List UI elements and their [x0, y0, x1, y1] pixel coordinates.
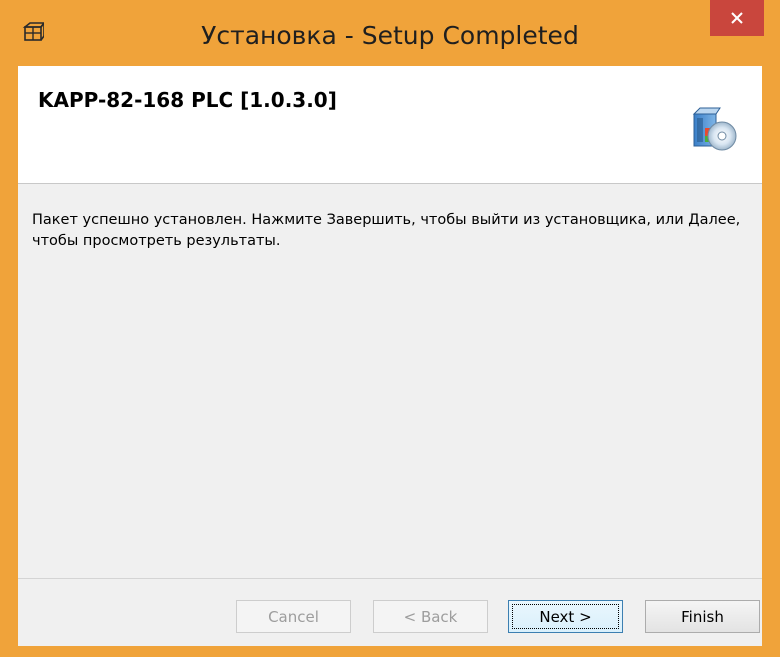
- setup-cd-icon: [692, 107, 737, 151]
- content-area: Пакет успешно установлен. Нажмите Заверш…: [18, 184, 762, 578]
- product-title: KAPP-82-168 PLC [1.0.3.0]: [38, 88, 337, 112]
- close-button[interactable]: [710, 0, 764, 36]
- window-title: Установка - Setup Completed: [201, 21, 579, 50]
- back-button[interactable]: < Back: [373, 600, 488, 633]
- button-bar: Cancel < Back Next > Finish: [18, 578, 762, 646]
- close-icon: [731, 12, 743, 24]
- next-button-label: Next >: [539, 607, 592, 626]
- title-bar[interactable]: Установка - Setup Completed: [0, 0, 780, 66]
- cancel-button[interactable]: Cancel: [236, 600, 351, 633]
- setup-window: Установка - Setup Completed KAPP-82-168 …: [0, 0, 780, 657]
- window-border-bottom: [0, 646, 780, 657]
- next-button[interactable]: Next >: [508, 600, 623, 633]
- header-panel: KAPP-82-168 PLC [1.0.3.0]: [18, 66, 762, 184]
- completion-message: Пакет успешно установлен. Нажмите Заверш…: [32, 212, 741, 249]
- finish-button[interactable]: Finish: [645, 600, 760, 633]
